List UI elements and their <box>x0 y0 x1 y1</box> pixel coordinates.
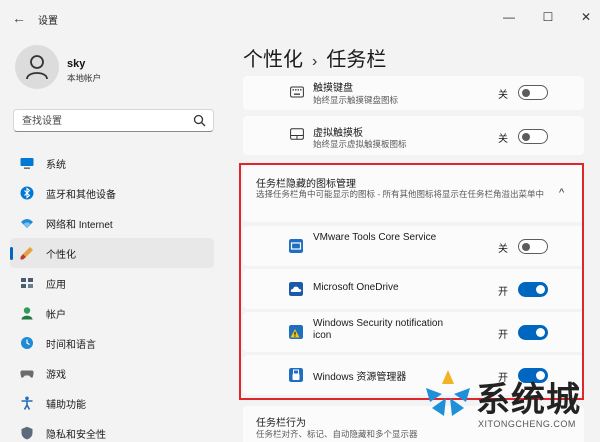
person-icon <box>26 55 48 80</box>
app-name: Windows Security notification icon <box>313 318 444 341</box>
brush-icon <box>20 247 33 260</box>
hidden-icon-row-vmware: VMware Tools Core Service 关 <box>243 226 584 266</box>
setting-row-virtual-touchpad: 虚拟触摸板 始终显示虚拟触摸板图标 关 <box>243 116 584 155</box>
toggle-state-label: 开 <box>498 330 508 341</box>
setting-title: 触摸键盘 <box>313 83 353 94</box>
sidebar-item-bluetooth[interactable]: 蓝牙和其他设备 <box>10 178 214 208</box>
sidebar-nav: 系统 蓝牙和其他设备 网络和 Internet 个性化 应用 帐户 时间和语言 … <box>10 148 214 442</box>
toggle-state-label: 关 <box>498 90 508 101</box>
watermark: 系统城 XITONGCHENG.COM <box>418 362 600 442</box>
accessibility-icon <box>21 396 33 410</box>
close-button[interactable]: ✕ <box>575 8 597 26</box>
windows-security-toggle[interactable] <box>518 325 548 340</box>
sidebar-item-apps[interactable]: 应用 <box>10 268 214 298</box>
bluetooth-icon <box>20 186 34 200</box>
setting-description: 始终显示虚拟触摸板图标 <box>313 139 407 149</box>
breadcrumb-separator: › <box>312 53 318 70</box>
hidden-icons-section-header[interactable]: 任务栏隐藏的图标管理 选择任务栏角中可能显示的图标 - 所有其他图标将显示在任务… <box>243 165 584 222</box>
watermark-subtitle: XITONGCHENG.COM <box>478 419 576 429</box>
vmware-icon <box>289 239 303 253</box>
sidebar-item-system[interactable]: 系统 <box>10 148 214 178</box>
app-name: Windows 资源管理器 <box>313 372 407 383</box>
hidden-icon-row-onedrive: Microsoft OneDrive 开 <box>243 269 584 309</box>
search-input[interactable] <box>22 114 182 128</box>
title-bar: ← 设置 — ☐ ✕ <box>0 0 600 36</box>
setting-description: 任务栏对齐、标记、自动隐藏和多个显示器 <box>256 429 418 439</box>
toggle-state-label: 开 <box>498 287 508 298</box>
touchpad-icon <box>290 128 304 140</box>
breadcrumb-parent[interactable]: 个性化 <box>243 49 303 71</box>
setting-title: 任务栏行为 <box>256 418 306 429</box>
search-icon[interactable] <box>193 114 206 127</box>
onedrive-icon <box>289 282 303 296</box>
page-title: 任务栏 <box>326 49 387 71</box>
vmware-toggle[interactable] <box>518 239 548 254</box>
setting-description: 始终显示触摸键盘图标 <box>313 95 399 105</box>
virtual-touchpad-toggle[interactable] <box>518 129 548 144</box>
chevron-up-icon[interactable]: ^ <box>559 187 564 199</box>
user-name: sky <box>67 58 86 70</box>
watermark-title: 系统城 <box>476 380 581 420</box>
wifi-icon <box>21 219 33 228</box>
security-warning-icon <box>289 325 303 339</box>
app-name: Microsoft OneDrive <box>313 282 399 293</box>
sidebar-item-accounts[interactable]: 帐户 <box>10 298 214 328</box>
toggle-state-label: 关 <box>498 244 508 255</box>
clock-globe-icon <box>21 337 33 349</box>
sidebar-item-privacy[interactable]: 隐私和安全性 <box>10 418 214 442</box>
hidden-icon-row-windows-security: Windows Security notification icon 开 <box>243 312 584 352</box>
monitor-icon <box>20 158 34 169</box>
usb-drive-icon <box>289 368 303 382</box>
watermark-logo-icon <box>426 370 470 416</box>
sidebar-item-accessibility[interactable]: 辅助功能 <box>10 388 214 418</box>
toggle-state-label: 关 <box>498 134 508 145</box>
setting-title: 虚拟触摸板 <box>313 128 363 139</box>
back-button[interactable]: ← <box>10 10 28 26</box>
setting-row-touch-keyboard: 触摸键盘 始终显示触摸键盘图标 关 <box>243 76 584 110</box>
apps-icon <box>21 278 33 288</box>
onedrive-toggle[interactable] <box>518 282 548 297</box>
touch-keyboard-toggle[interactable] <box>518 85 548 100</box>
app-name: VMware Tools Core Service <box>313 232 437 243</box>
shield-icon <box>21 426 33 440</box>
sidebar-item-time-language[interactable]: 时间和语言 <box>10 328 214 358</box>
maximize-button[interactable]: ☐ <box>537 8 559 26</box>
account-type: 本地帐户 <box>67 73 102 83</box>
breadcrumb: 个性化 › 任务栏 <box>243 43 386 72</box>
search-box[interactable] <box>13 109 214 132</box>
sidebar-item-network[interactable]: 网络和 Internet <box>10 208 214 238</box>
sidebar-item-gaming[interactable]: 游戏 <box>10 358 214 388</box>
gamepad-icon <box>20 370 34 378</box>
minimize-button[interactable]: — <box>498 8 520 26</box>
app-title: 设置 <box>38 16 58 27</box>
section-description: 选择任务栏角中可能显示的图标 - 所有其他图标将显示在任务栏角溢出菜单中 <box>256 189 545 199</box>
person-icon <box>21 307 33 320</box>
avatar[interactable] <box>15 45 59 89</box>
sidebar-item-personalization[interactable]: 个性化 <box>10 238 214 268</box>
keyboard-icon <box>290 86 304 98</box>
